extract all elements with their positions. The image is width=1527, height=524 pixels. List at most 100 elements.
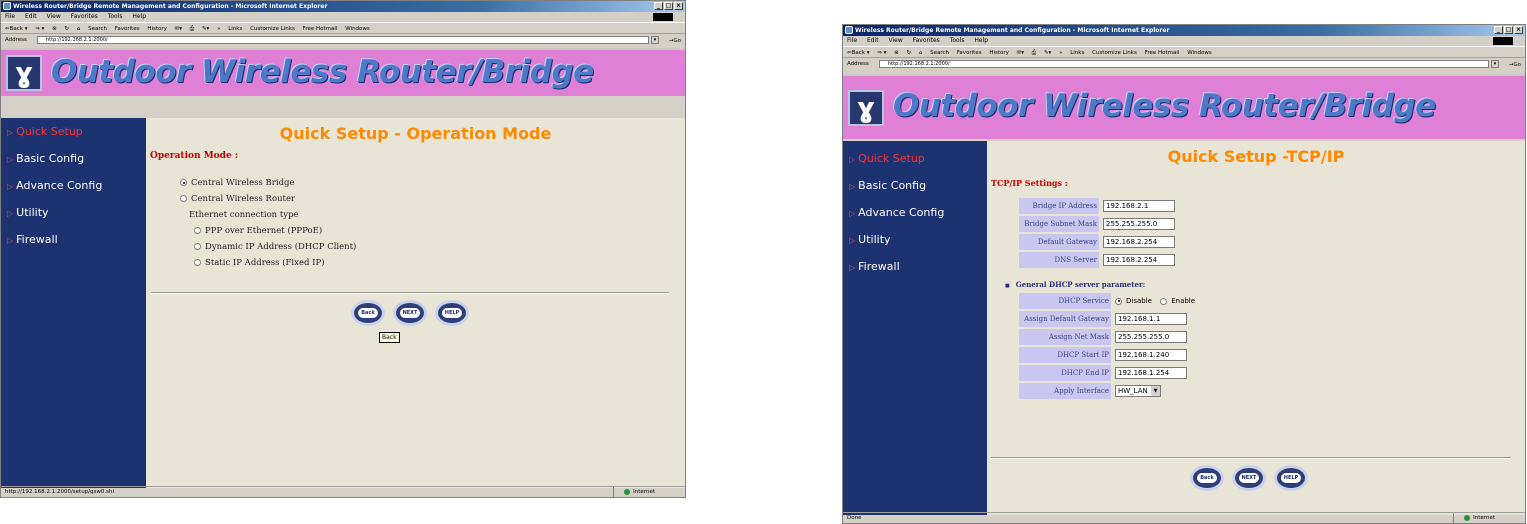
menu-help[interactable]: Help	[132, 13, 146, 20]
maximize-button[interactable]: □	[664, 2, 673, 10]
chevron-icon[interactable]: »	[217, 26, 220, 32]
default-gateway-field[interactable]: 192.168.2.254	[1103, 236, 1175, 248]
chevron-icon[interactable]: »	[1059, 50, 1062, 56]
minimize-button[interactable]: _	[654, 2, 663, 10]
menu-help[interactable]: Help	[974, 37, 988, 44]
chevron-down-icon[interactable]: ▼	[1151, 386, 1160, 396]
address-dropdown-icon[interactable]: ▾	[651, 36, 659, 44]
forward-button[interactable]: ⇒ ▾	[877, 50, 886, 56]
favorites-button[interactable]: Favorites	[957, 50, 982, 56]
radio-icon[interactable]	[194, 259, 201, 266]
menu-edit[interactable]: Edit	[867, 37, 879, 44]
print-icon[interactable]: ⎙	[1032, 50, 1036, 56]
dhcp-end-ip-field[interactable]: 192.168.1.254	[1115, 367, 1187, 379]
nav-quick-setup[interactable]: ▷ Quick Setup	[843, 145, 988, 172]
dns-server-field[interactable]: 192.168.2.254	[1103, 254, 1175, 266]
address-input[interactable]: http://192.168.2.1:2000/	[879, 60, 1489, 68]
dhcp-enable-radio[interactable]	[1160, 297, 1168, 305]
option-static-ip[interactable]: Static IP Address (Fixed IP)	[194, 255, 685, 271]
close-button[interactable]: ×	[1514, 26, 1523, 34]
address-dropdown-icon[interactable]: ▾	[1491, 60, 1499, 68]
nav-utility[interactable]: ▷ Utility	[1, 199, 146, 226]
mail-icon[interactable]: ✉▾	[175, 26, 182, 32]
nav-quick-setup[interactable]: ▷ Quick Setup	[1, 118, 146, 145]
home-icon[interactable]: ⌂	[77, 26, 81, 32]
mail-icon[interactable]: ✉▾	[1017, 50, 1024, 56]
radio-icon[interactable]	[180, 179, 187, 186]
back-button[interactable]: ⇐Back ▾	[5, 26, 27, 32]
link-windows[interactable]: Windows	[345, 26, 370, 32]
close-button[interactable]: ×	[674, 2, 683, 10]
menu-favorites[interactable]: Favorites	[71, 13, 98, 20]
option-bridge[interactable]: Central Wireless Bridge	[180, 175, 685, 191]
dhcp-disable-radio[interactable]	[1115, 297, 1122, 305]
option-pppoe[interactable]: PPP over Ethernet (PPPoE)	[194, 223, 685, 239]
back-button[interactable]: Back	[351, 300, 385, 326]
search-button[interactable]: Search	[930, 50, 949, 56]
menu-favorites[interactable]: Favorites	[913, 37, 940, 44]
dhcp-start-ip-field[interactable]: 192.168.1.240	[1115, 349, 1187, 361]
option-router[interactable]: Central Wireless Router	[180, 191, 685, 207]
forward-button[interactable]: ⇒ ▾	[35, 26, 44, 32]
menu-view[interactable]: View	[889, 37, 903, 44]
next-button[interactable]: NEXT	[393, 300, 427, 326]
next-button[interactable]: NEXT	[1232, 465, 1266, 491]
help-button[interactable]: HELP	[435, 300, 469, 326]
window-title: Wireless Router/Bridge Remote Management…	[855, 27, 1170, 34]
menu-file[interactable]: File	[847, 37, 857, 44]
nav-firewall[interactable]: ▷ Firewall	[1, 226, 146, 253]
history-button[interactable]: History	[147, 26, 167, 32]
radio-icon[interactable]	[194, 227, 201, 234]
home-icon[interactable]: ⌂	[919, 50, 923, 56]
history-button[interactable]: History	[989, 50, 1009, 56]
refresh-icon[interactable]: ↻	[906, 50, 911, 56]
nav-firewall[interactable]: ▷ Firewall	[843, 253, 988, 280]
nav-basic-config[interactable]: ▷ Basic Config	[1, 145, 146, 172]
maximize-button[interactable]: □	[1504, 26, 1513, 34]
subnet-mask-field[interactable]: 255.255.255.0	[1103, 218, 1175, 230]
menu-edit[interactable]: Edit	[25, 13, 37, 20]
radio-icon[interactable]	[180, 195, 187, 202]
option-dhcp-client[interactable]: Dynamic IP Address (DHCP Client)	[194, 239, 685, 255]
minimize-button[interactable]: _	[1494, 26, 1503, 34]
nav-advance-config[interactable]: ▷ Advance Config	[1, 172, 146, 199]
browser-window-operation-mode: Wireless Router/Bridge Remote Management…	[0, 0, 686, 498]
ethernet-type-label: Ethernet connection type	[189, 210, 299, 220]
search-button[interactable]: Search	[88, 26, 107, 32]
link-windows[interactable]: Windows	[1187, 50, 1212, 56]
go-button[interactable]: →Go	[1509, 59, 1521, 71]
radio-icon[interactable]	[194, 243, 201, 250]
nav-utility[interactable]: ▷ Utility	[843, 226, 988, 253]
favorites-button[interactable]: Favorites	[115, 26, 140, 32]
link-hotmail[interactable]: Free Hotmail	[303, 26, 338, 32]
button-row: Back NEXT HELP	[351, 300, 469, 326]
stop-icon[interactable]: ⊗	[894, 50, 899, 56]
menu-tools[interactable]: Tools	[950, 37, 965, 44]
field-label: Assign Net Mask	[1019, 329, 1111, 345]
menu-view[interactable]: View	[47, 13, 61, 20]
menu-tools[interactable]: Tools	[108, 13, 123, 20]
link-customize[interactable]: Customize Links	[250, 26, 295, 32]
stop-icon[interactable]: ⊗	[52, 26, 57, 32]
field-label: Apply Interface	[1019, 383, 1111, 399]
menu-file[interactable]: File	[5, 13, 15, 20]
print-icon[interactable]: ⎙	[190, 26, 194, 32]
address-input[interactable]: http://192.168.2.1:2000/	[37, 36, 649, 44]
nav-advance-config[interactable]: ▷ Advance Config	[843, 199, 988, 226]
back-button[interactable]: ⇐Back ▾	[847, 50, 869, 56]
apply-interface-select[interactable]: HW_LAN ▼	[1115, 385, 1161, 397]
globe-icon	[624, 488, 631, 495]
go-button[interactable]: →Go	[669, 35, 681, 47]
edit-icon[interactable]: ✎▾	[1044, 50, 1051, 56]
link-customize[interactable]: Customize Links	[1092, 50, 1137, 56]
link-hotmail[interactable]: Free Hotmail	[1145, 50, 1180, 56]
refresh-icon[interactable]: ↻	[64, 26, 69, 32]
help-button[interactable]: HELP	[1274, 465, 1308, 491]
bridge-ip-field[interactable]: 192.168.2.1	[1103, 200, 1175, 212]
tcpip-settings-table: Bridge IP Address 192.168.2.1 Bridge Subn…	[1017, 196, 1179, 270]
assign-netmask-field[interactable]: 255.255.255.0	[1115, 331, 1187, 343]
assign-gateway-field[interactable]: 192.168.1.1	[1115, 313, 1187, 325]
nav-basic-config[interactable]: ▷ Basic Config	[843, 172, 988, 199]
back-button[interactable]: Back	[1190, 465, 1224, 491]
edit-icon[interactable]: ✎▾	[202, 26, 209, 32]
